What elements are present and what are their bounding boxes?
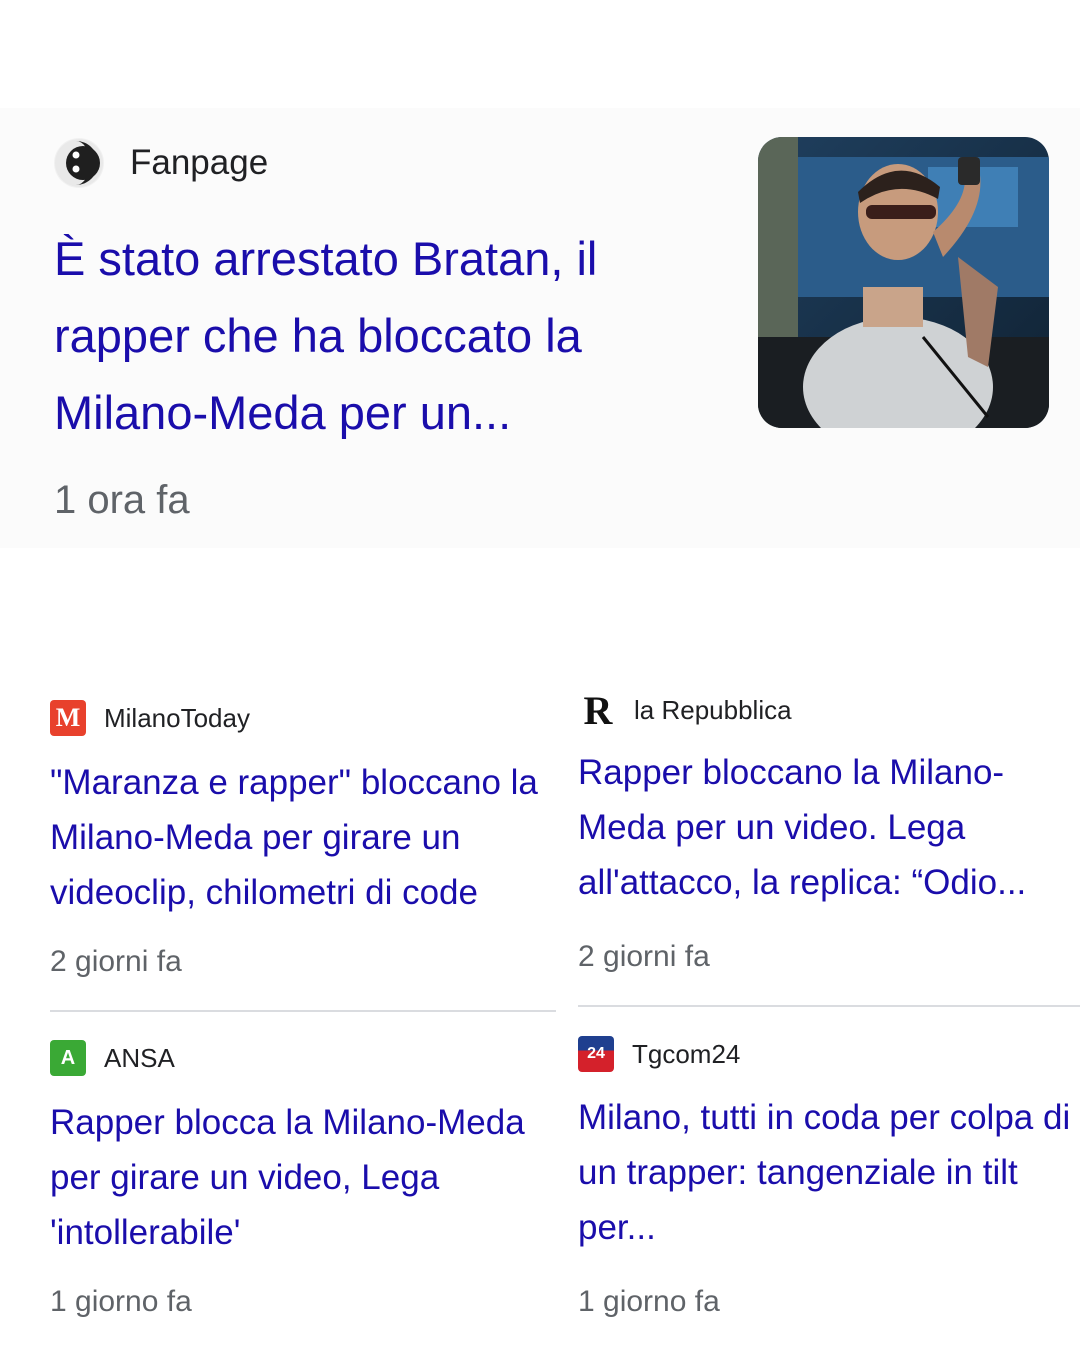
source-name: Tgcom24: [632, 1038, 741, 1069]
story-source: R la Repubblica: [580, 687, 792, 733]
source-name: la Repubblica: [634, 694, 792, 725]
story-time: 1 giorno fa: [50, 1285, 192, 1318]
fanpage-logo-icon: [54, 138, 104, 188]
divider: [50, 1010, 556, 1012]
story-time: 2 giorni fa: [578, 940, 710, 973]
source-name: Fanpage: [130, 143, 269, 182]
top-story-thumbnail[interactable]: [758, 137, 1049, 428]
ansa-logo-icon: A: [50, 1040, 86, 1076]
story-time: 2 giorni fa: [50, 945, 182, 978]
story-source: A ANSA: [50, 1040, 175, 1076]
source-name: ANSA: [104, 1042, 175, 1073]
tgcom24-logo-icon: 24: [578, 1036, 614, 1072]
story-headline[interactable]: Milano, tutti in coda per colpa di un tr…: [578, 1090, 1078, 1255]
repubblica-logo-icon: R: [583, 687, 613, 733]
top-story-headline[interactable]: È stato arrestato Bratan, il rapper che …: [54, 220, 704, 451]
story-source: M MilanoToday: [50, 700, 250, 736]
story-headline[interactable]: Rapper blocca la Milano-Meda per girare …: [50, 1095, 550, 1260]
source-name: MilanoToday: [104, 702, 250, 733]
divider: [578, 1005, 1080, 1007]
story-headline[interactable]: Rapper bloccano la Milano-Meda per un vi…: [578, 745, 1078, 910]
top-story-time: 1 ora fa: [54, 478, 190, 522]
story-time: 1 giorno fa: [578, 1285, 720, 1318]
milanotoday-logo-icon: M: [50, 700, 86, 736]
top-story-source: Fanpage: [54, 138, 268, 188]
story-source: 24 Tgcom24: [578, 1036, 740, 1072]
story-headline[interactable]: "Maranza e rapper" bloccano la Milano-Me…: [50, 755, 550, 920]
